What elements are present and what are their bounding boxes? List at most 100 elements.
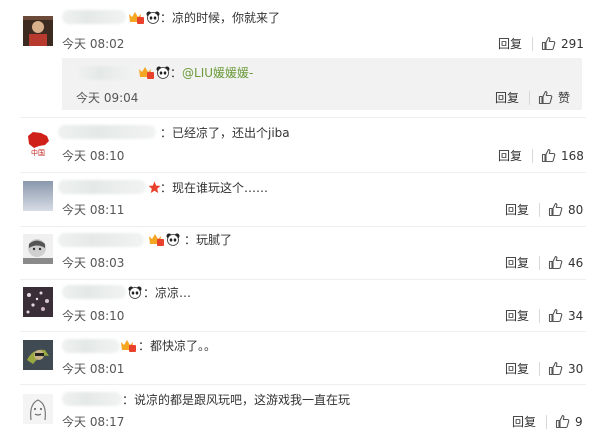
like-label: 赞 bbox=[558, 90, 571, 105]
reply-button[interactable]: 回复 bbox=[505, 203, 529, 217]
colon-separator: ： bbox=[160, 181, 173, 195]
comment-text: ：玩腻了 bbox=[184, 233, 232, 247]
comment-time: 今天 08:10 bbox=[62, 149, 125, 163]
panda-emoji-icon bbox=[166, 231, 180, 250]
vip-badge-icon bbox=[148, 231, 164, 250]
user-avatar[interactable] bbox=[23, 287, 53, 317]
like-button[interactable]: 34 bbox=[548, 308, 583, 323]
user-avatar[interactable] bbox=[23, 394, 53, 424]
blurred-username[interactable] bbox=[62, 285, 126, 299]
like-button[interactable]: 赞 bbox=[538, 90, 570, 105]
like-button[interactable]: 46 bbox=[548, 255, 583, 270]
thumbs-up-icon bbox=[541, 36, 556, 51]
reply-button[interactable]: 回复 bbox=[505, 256, 529, 270]
thumbs-up-icon bbox=[548, 255, 563, 270]
like-button[interactable]: 9 bbox=[555, 414, 583, 429]
comment-text: ：都快凉了。。 bbox=[138, 339, 216, 353]
user-avatar[interactable] bbox=[23, 181, 53, 211]
colon-separator: ： bbox=[184, 233, 197, 247]
thumbs-up-icon bbox=[548, 361, 563, 376]
like-count: 168 bbox=[561, 148, 584, 163]
comment-body: 玩腻了 bbox=[196, 233, 233, 247]
blurred-username[interactable] bbox=[58, 125, 156, 139]
reply-button[interactable]: 回复 bbox=[498, 37, 522, 51]
blurred-username[interactable] bbox=[58, 233, 144, 247]
divider bbox=[20, 384, 586, 385]
comment-body: 都快凉了。。 bbox=[150, 339, 217, 353]
comment-time: 今天 08:10 bbox=[62, 309, 125, 323]
divider bbox=[529, 91, 530, 105]
divider bbox=[20, 279, 586, 280]
like-count: 9 bbox=[575, 414, 583, 429]
like-count: 80 bbox=[568, 202, 584, 217]
comment-body: 说凉的都是跟风玩吧，这游戏我一直在玩 bbox=[134, 393, 351, 407]
comment-text: ：现在谁玩这个…… bbox=[160, 181, 268, 195]
colon-separator: ： bbox=[160, 11, 173, 25]
comment-body: 凉的时候，你就来了 bbox=[172, 11, 281, 25]
thumbs-up-icon bbox=[538, 90, 553, 105]
blurred-username[interactable] bbox=[58, 180, 146, 194]
divider bbox=[539, 362, 540, 376]
like-count: 291 bbox=[561, 36, 584, 51]
blurred-username[interactable] bbox=[78, 66, 134, 80]
comment-time: 今天 08:17 bbox=[62, 415, 125, 429]
blurred-username[interactable] bbox=[62, 392, 122, 406]
thumbs-up-icon bbox=[548, 308, 563, 323]
comment-text: ：说凉的都是跟风玩吧，这游戏我一直在玩 bbox=[122, 393, 350, 407]
reply-button[interactable]: 回复 bbox=[512, 415, 536, 429]
comment-text: ：已经凉了，还出个jiba bbox=[160, 126, 290, 140]
mention-link[interactable]: @LIU媛媛媛- bbox=[182, 66, 253, 80]
thumbs-up-icon bbox=[541, 148, 556, 163]
divider bbox=[20, 172, 586, 173]
reply-button[interactable]: 回复 bbox=[495, 91, 519, 105]
colon-separator: ： bbox=[170, 66, 183, 80]
divider bbox=[20, 117, 586, 118]
divider bbox=[546, 415, 547, 429]
vip-badge-icon bbox=[120, 337, 136, 356]
sub-reply-text: ：@LIU媛媛媛- bbox=[170, 66, 253, 80]
divider bbox=[20, 331, 586, 332]
colon-separator: ： bbox=[122, 393, 135, 407]
divider bbox=[539, 256, 540, 270]
like-button[interactable]: 80 bbox=[548, 202, 583, 217]
comment-time: 今天 08:03 bbox=[62, 256, 125, 270]
comment-body: 已经凉了，还出个jiba bbox=[172, 126, 290, 140]
thumbs-up-icon bbox=[548, 202, 563, 217]
blurred-username[interactable] bbox=[62, 10, 126, 24]
comment-time: 今天 08:02 bbox=[62, 37, 125, 51]
like-count: 30 bbox=[568, 361, 584, 376]
sub-reply-box: ：@LIU媛媛媛- 今天 09:04 回复 赞 bbox=[62, 58, 582, 110]
panda-emoji-icon bbox=[156, 64, 170, 83]
panda-emoji-icon bbox=[146, 9, 160, 28]
blurred-username[interactable] bbox=[62, 339, 120, 353]
user-avatar[interactable] bbox=[23, 234, 53, 264]
like-count: 34 bbox=[568, 308, 584, 323]
vip-badge-icon bbox=[128, 9, 144, 28]
divider bbox=[539, 309, 540, 323]
user-avatar[interactable]: 中国 bbox=[23, 126, 53, 156]
divider bbox=[532, 37, 533, 51]
panda-emoji-icon bbox=[128, 284, 142, 303]
like-button[interactable]: 30 bbox=[548, 361, 583, 376]
like-count: 46 bbox=[568, 255, 584, 270]
user-avatar[interactable] bbox=[23, 340, 53, 370]
divider bbox=[539, 203, 540, 217]
like-button[interactable]: 291 bbox=[541, 36, 584, 51]
colon-separator: ： bbox=[160, 126, 173, 140]
reply-button[interactable]: 回复 bbox=[498, 149, 522, 163]
like-button[interactable]: 168 bbox=[541, 148, 584, 163]
comment-body: 凉凉… bbox=[155, 286, 192, 300]
comment-text: ：凉凉… bbox=[143, 286, 191, 300]
thumbs-up-icon bbox=[555, 414, 570, 429]
avatar-caption: 中国 bbox=[31, 148, 45, 156]
divider bbox=[20, 226, 586, 227]
colon-separator: ： bbox=[138, 339, 151, 353]
colon-separator: ： bbox=[143, 286, 156, 300]
comment-time: 今天 08:01 bbox=[62, 362, 125, 376]
reply-button[interactable]: 回复 bbox=[505, 362, 529, 376]
divider bbox=[532, 149, 533, 163]
reply-button[interactable]: 回复 bbox=[505, 309, 529, 323]
user-avatar[interactable] bbox=[23, 16, 53, 46]
sub-reply-time: 今天 09:04 bbox=[76, 91, 139, 105]
comment-time: 今天 08:11 bbox=[62, 203, 125, 217]
